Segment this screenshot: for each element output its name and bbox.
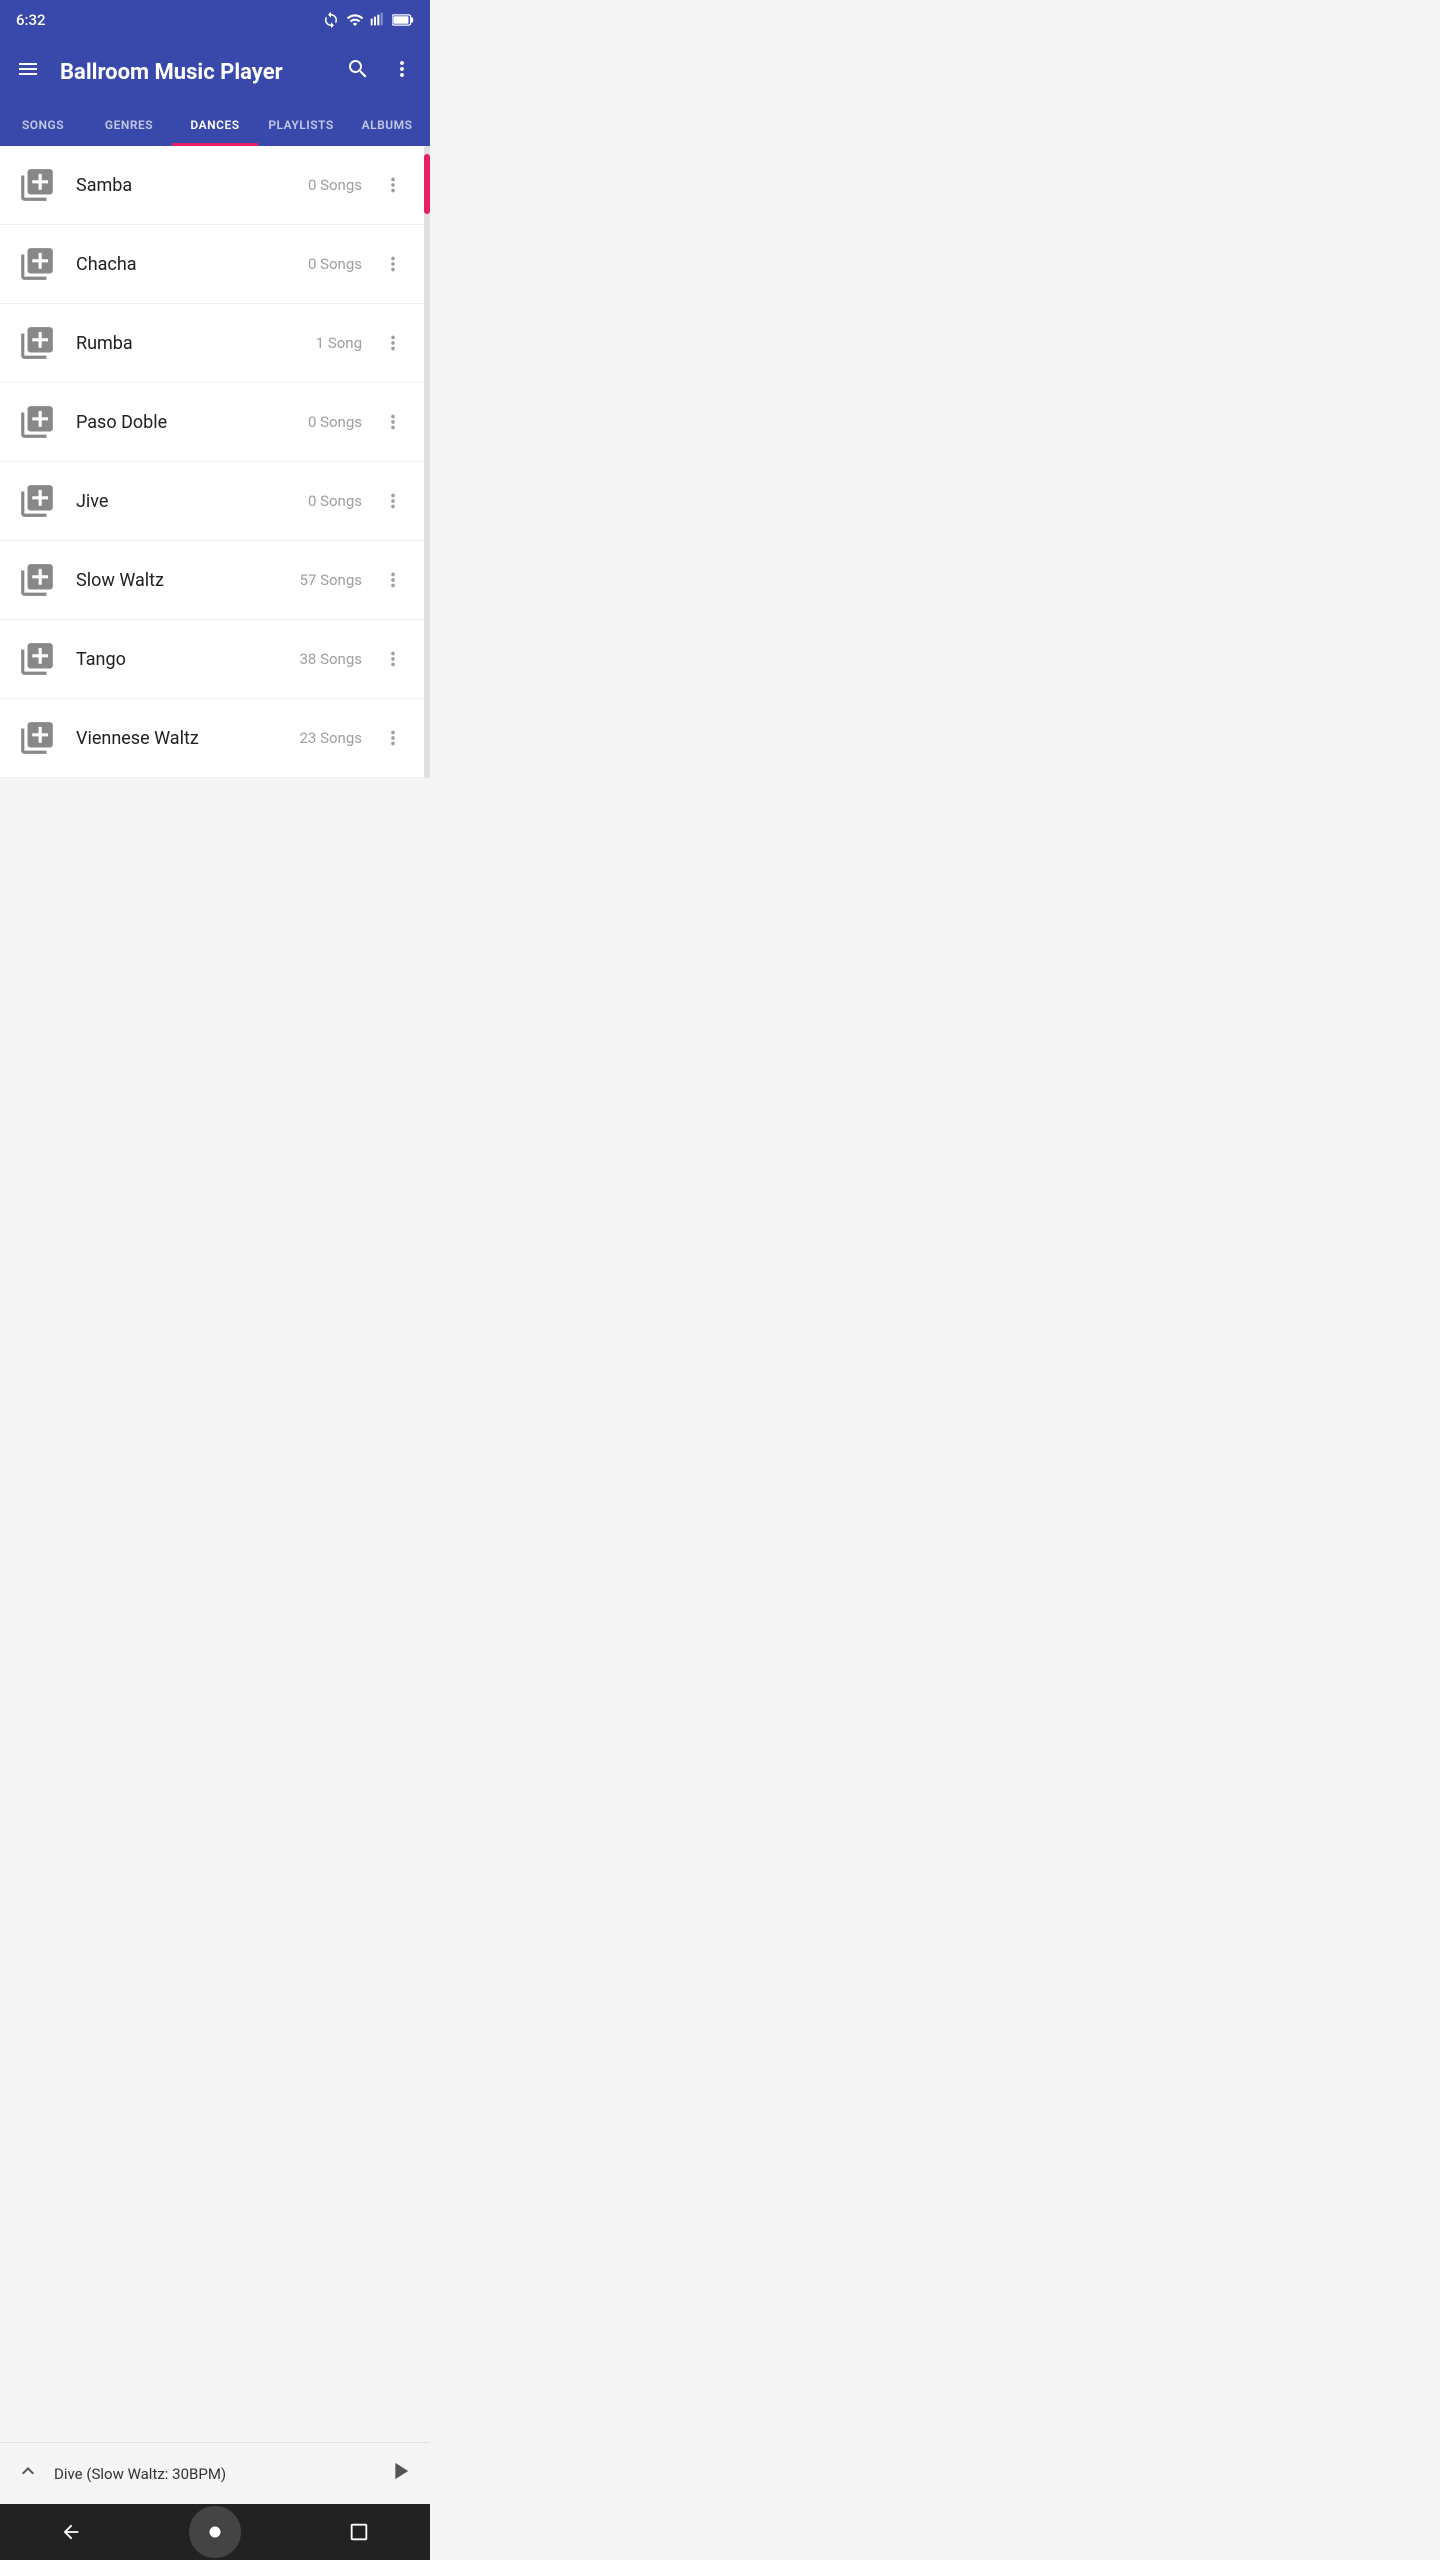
more-options-icon[interactable] [378,644,408,674]
add-to-playlist-icon[interactable] [16,164,58,206]
dance-name: Slow Waltz [76,570,300,591]
dance-name: Jive [76,491,308,512]
play-button[interactable] [386,2457,414,2491]
song-count: 0 Songs [308,176,362,194]
more-options-icon[interactable] [378,486,408,516]
song-count: 1 Song [316,334,362,352]
battery-icon [392,13,414,27]
tab-albums[interactable]: ALBUMS [344,104,430,146]
more-options-icon[interactable] [378,249,408,279]
song-count: 38 Songs [300,650,363,668]
sync-icon [322,11,340,29]
status-time: 6:32 [16,11,46,29]
more-options-icon[interactable] [378,565,408,595]
dance-list: Samba 0 Songs Chacha 0 Songs Rumba 1 Son… [0,146,424,778]
scrollbar-thumb[interactable] [424,154,430,214]
add-to-playlist-icon[interactable] [16,322,58,364]
add-to-playlist-icon[interactable] [16,243,58,285]
app-bar: Ballroom Music Player [0,40,430,104]
hamburger-menu-icon[interactable] [16,57,40,87]
home-button[interactable] [189,2506,241,2558]
dance-name: Viennese Waltz [76,728,300,749]
scrollbar-track[interactable] [424,146,430,778]
tab-songs[interactable]: SONGS [0,104,86,146]
dance-list-item[interactable]: Slow Waltz 57 Songs [0,541,424,620]
song-count: 23 Songs [300,729,363,747]
dance-name: Rumba [76,333,316,354]
tab-genres[interactable]: GENRES [86,104,172,146]
dance-name: Tango [76,649,300,670]
back-button[interactable] [46,2507,96,2557]
content-wrapper: Samba 0 Songs Chacha 0 Songs Rumba 1 Son… [0,146,430,778]
now-playing-title: Dive (Slow Waltz: 30BPM) [54,2465,386,2483]
now-playing-bar: Dive (Slow Waltz: 30BPM) [0,2442,430,2504]
more-options-icon[interactable] [378,170,408,200]
signal-icon [370,11,386,29]
dance-list-item[interactable]: Rumba 1 Song [0,304,424,383]
dance-list-item[interactable]: Paso Doble 0 Songs [0,383,424,462]
add-to-playlist-icon[interactable] [16,717,58,759]
dance-name: Chacha [76,254,308,275]
status-icons [322,11,414,29]
recents-button[interactable] [334,2507,384,2557]
tabs-bar: SONGS GENRES DANCES PLAYLISTS ALBUMS [0,104,430,146]
dance-name: Paso Doble [76,412,308,433]
song-count: 0 Songs [308,492,362,510]
tab-playlists[interactable]: PLAYLISTS [258,104,344,146]
song-count: 57 Songs [300,571,363,589]
search-icon[interactable] [346,57,370,87]
more-options-icon[interactable] [378,328,408,358]
song-count: 0 Songs [308,255,362,273]
more-options-icon[interactable] [378,723,408,753]
dance-list-item[interactable]: Jive 0 Songs [0,462,424,541]
overflow-menu-icon[interactable] [390,57,414,87]
add-to-playlist-icon[interactable] [16,480,58,522]
add-to-playlist-icon[interactable] [16,401,58,443]
app-title: Ballroom Music Player [60,60,326,85]
dance-list-item[interactable]: Tango 38 Songs [0,620,424,699]
tab-dances[interactable]: DANCES [172,104,258,146]
add-to-playlist-icon[interactable] [16,638,58,680]
dance-list-item[interactable]: Viennese Waltz 23 Songs [0,699,424,778]
dance-name: Samba [76,175,308,196]
wifi-icon [346,11,364,29]
more-options-icon[interactable] [378,407,408,437]
song-count: 0 Songs [308,413,362,431]
collapse-icon[interactable] [16,2459,40,2489]
add-to-playlist-icon[interactable] [16,559,58,601]
dance-list-item[interactable]: Chacha 0 Songs [0,225,424,304]
status-bar: 6:32 [0,0,430,40]
bottom-nav [0,2504,430,2560]
dance-list-item[interactable]: Samba 0 Songs [0,146,424,225]
